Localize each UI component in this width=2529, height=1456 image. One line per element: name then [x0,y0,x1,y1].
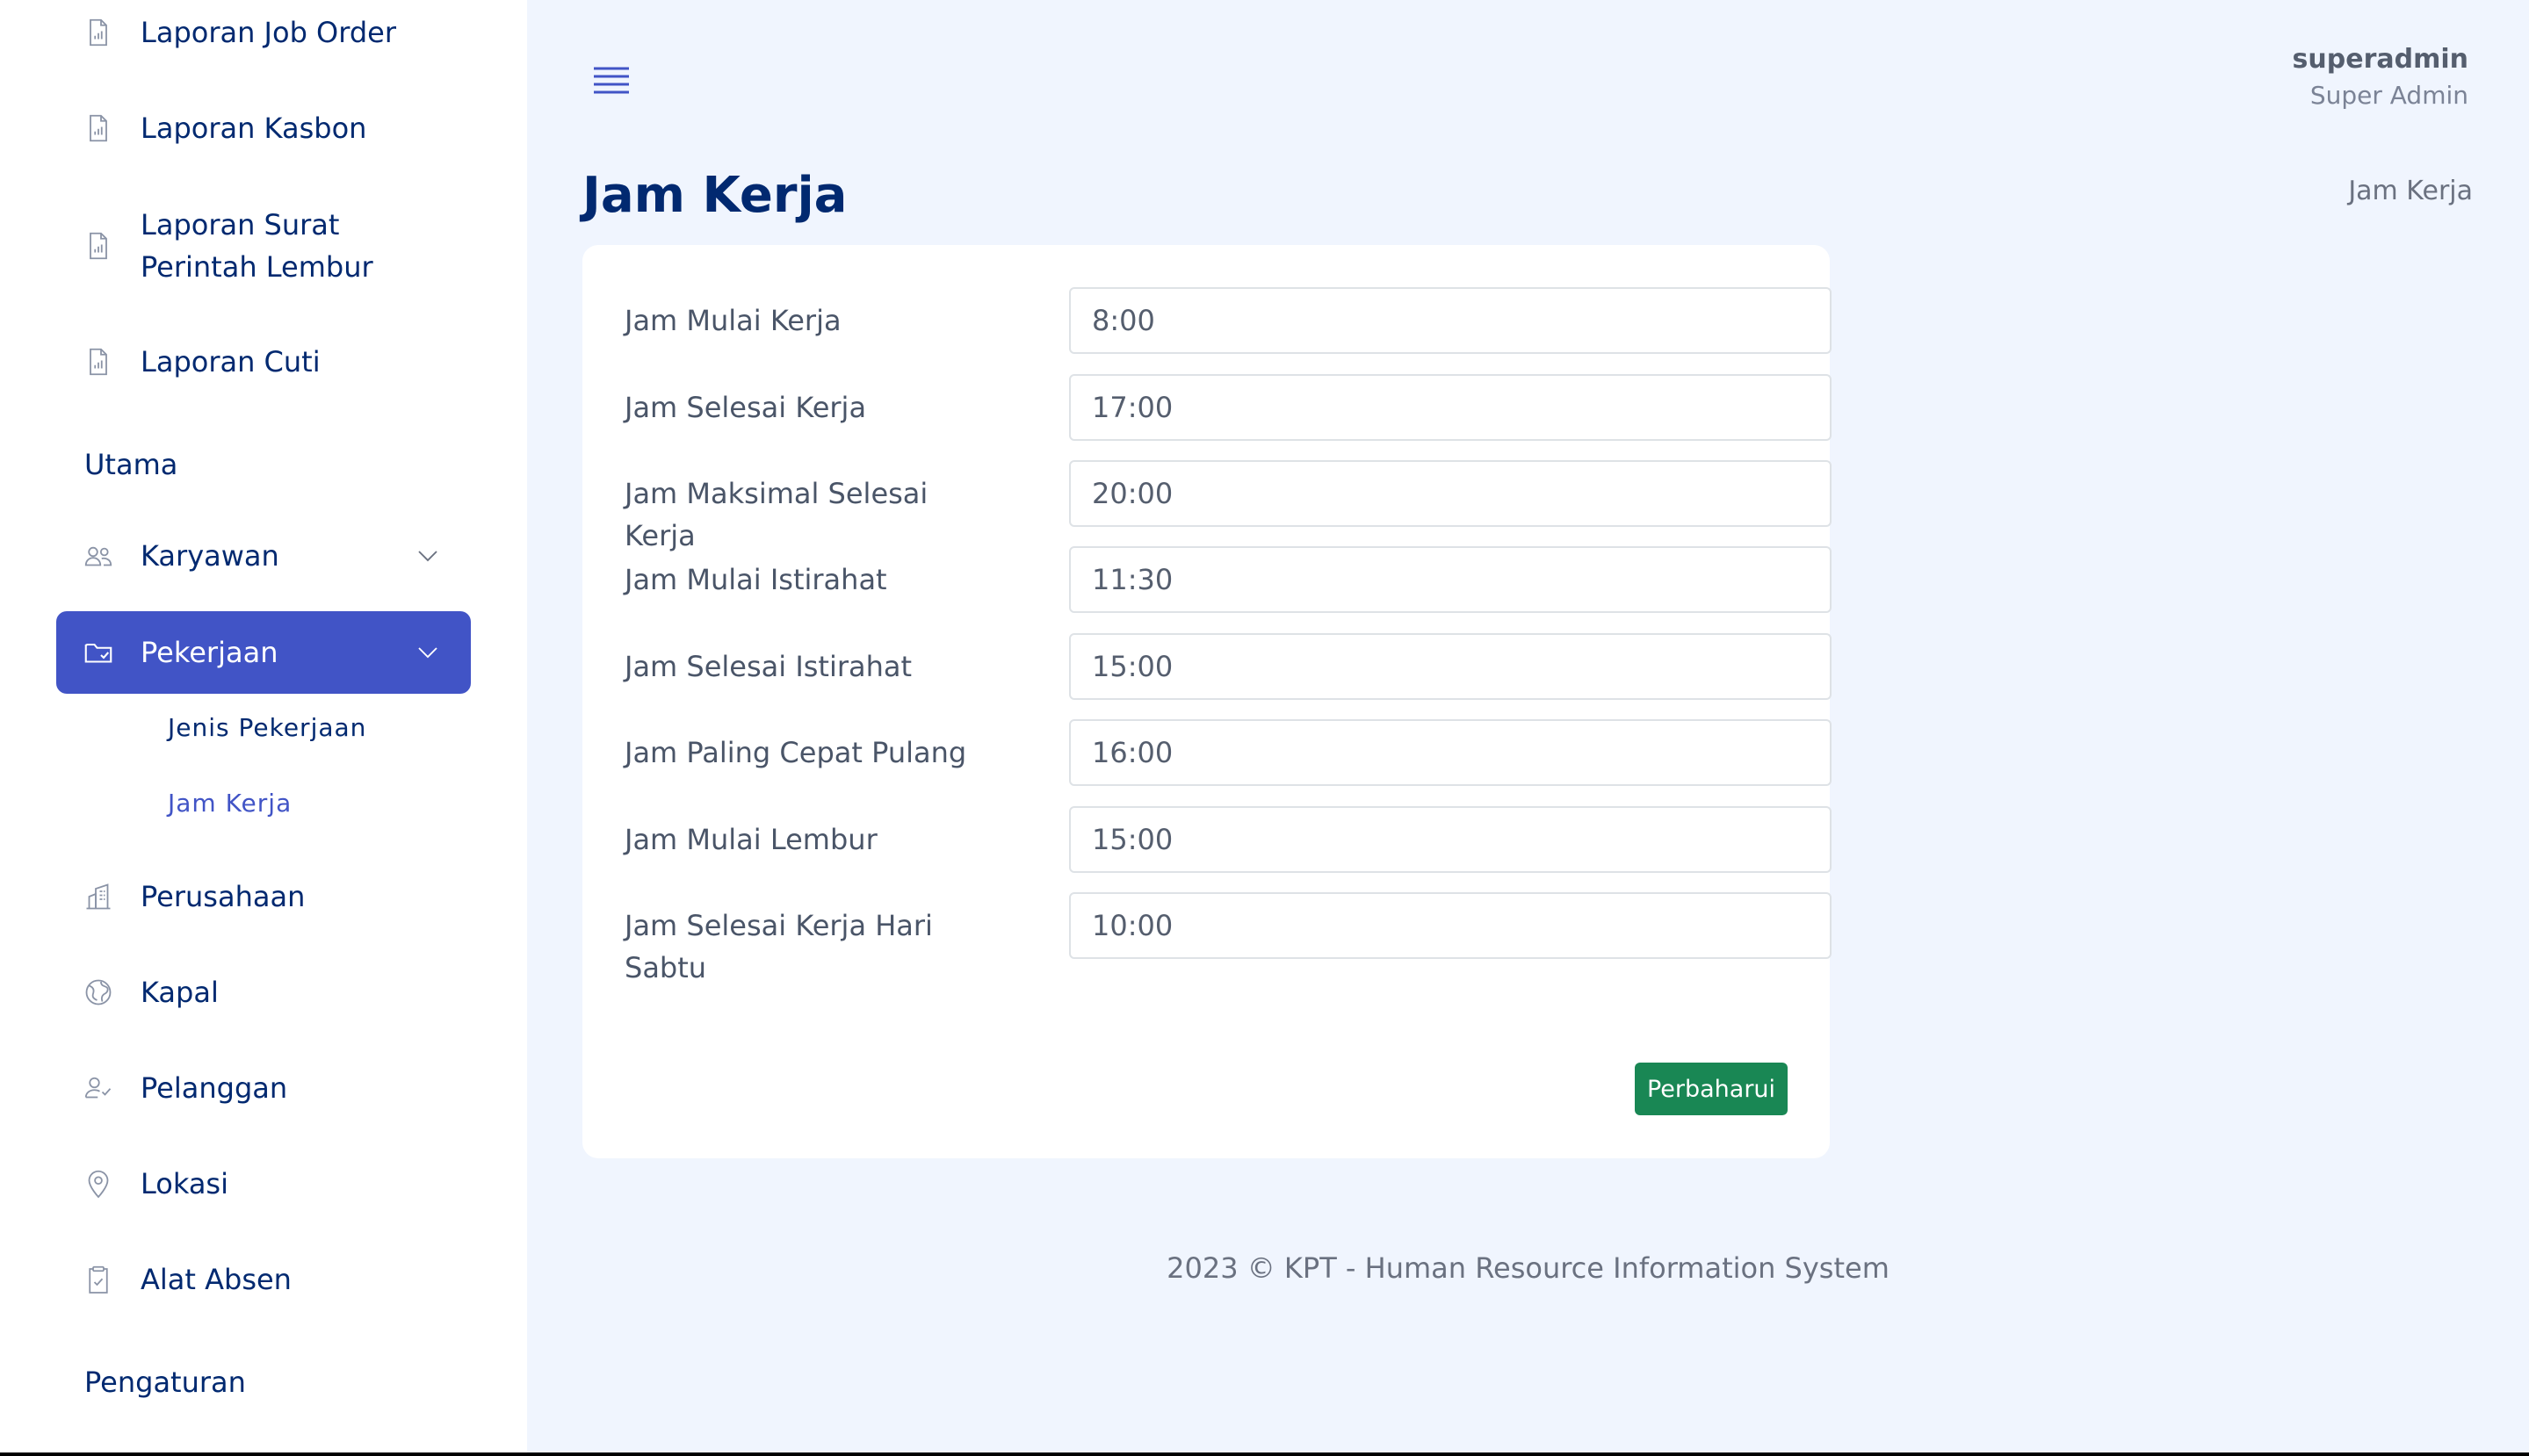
page-title: Jam Kerja [582,167,848,224]
geo-pin-icon [83,1168,114,1200]
sidebar-item-label: Kapal [141,976,219,1009]
field-label: Jam Selesai Istirahat [625,650,913,683]
report-icon [83,346,114,378]
sidebar-item-pelanggan[interactable]: Pelanggan [56,1047,471,1129]
report-icon [83,17,114,48]
person-check-icon [83,1072,114,1104]
perbaharui-button[interactable]: Perbaharui [1635,1063,1788,1115]
jam-kerja-form-card: Jam Mulai Kerja Jam Selesai Kerja Jam Ma… [582,245,1832,1158]
jam-maksimal-selesai-kerja-input[interactable] [1069,460,1832,527]
sidebar-item-label: Pekerjaan [141,636,278,669]
sidebar-item-label: Perusahaan [141,880,306,913]
field-label: Jam Mulai Lembur [625,823,878,856]
sidebar-item-label: Lokasi [141,1167,228,1200]
jam-mulai-kerja-input[interactable] [1069,287,1832,354]
sidebar-item-label: Alat Absen [141,1263,292,1296]
jam-selesai-istirahat-input[interactable] [1069,633,1832,700]
sidebar-item-label: Laporan Kasbon [141,112,367,145]
sidebar-heading-utama: Utama [84,448,178,481]
folder-icon [83,637,114,668]
chevron-down-icon [415,639,441,666]
jam-selesai-kerja-input[interactable] [1069,374,1832,441]
sidebar-subitem-jam-kerja[interactable]: Jam Kerja [168,789,292,818]
sidebar-item-perusahaan[interactable]: Perusahaan [56,855,471,938]
sidebar-item-label: Laporan Job Order [141,16,396,49]
sidebar-item-laporan-cuti[interactable]: Laporan Cuti [56,321,471,403]
footer-copyright: 2023 © KPT - Human Resource Information … [1167,1251,1890,1285]
breadcrumb: Jam Kerja [2348,176,2473,206]
window-bottom-border [0,1452,2529,1456]
sidebar-item-lokasi[interactable]: Lokasi [56,1142,471,1225]
sidebar-item-laporan-kasbon[interactable]: Laporan Kasbon [56,87,471,169]
people-icon [83,540,114,572]
sidebar-item-pekerjaan[interactable]: Pekerjaan [56,611,471,694]
sidebar-item-laporan-job-order[interactable]: Laporan Job Order [56,0,471,74]
clipboard-check-icon [83,1264,114,1295]
report-icon [83,230,114,262]
jam-selesai-kerja-sabtu-input[interactable] [1069,892,1832,959]
field-label: Jam Maksimal Selesai Kerja [625,477,929,552]
field-label: Jam Mulai Istirahat [625,563,887,596]
globe-icon [83,977,114,1008]
report-icon [83,112,114,144]
field-label: Jam Mulai Kerja [625,304,842,337]
user-name[interactable]: superadmin [2293,44,2468,75]
sidebar: Laporan Job Order Laporan Kasbon Laporan… [0,0,527,1452]
sidebar-item-alat-absen[interactable]: Alat Absen [56,1238,471,1321]
menu-toggle-icon[interactable] [592,63,631,98]
sidebar-item-karyawan[interactable]: Karyawan [56,515,471,597]
sidebar-item-label: Pelanggan [141,1071,288,1105]
sidebar-heading-pengaturan: Pengaturan [84,1366,246,1399]
building-icon [83,881,114,912]
field-label: Jam Paling Cepat Pulang [625,736,967,769]
field-label: Jam Selesai Kerja [625,391,867,424]
sidebar-item-label: Laporan Cuti [141,345,321,378]
sidebar-subitem-jenis-pekerjaan[interactable]: Jenis Pekerjaan [168,713,366,742]
sidebar-item-label: Laporan Surat Perintah Lembur [141,208,373,284]
jam-paling-cepat-pulang-input[interactable] [1069,719,1832,786]
user-role: Super Admin [2309,81,2468,110]
sidebar-item-kapal[interactable]: Kapal [56,951,471,1034]
sidebar-item-label: Karyawan [141,539,279,573]
jam-mulai-lembur-input[interactable] [1069,806,1832,873]
jam-mulai-istirahat-input[interactable] [1069,546,1832,613]
chevron-down-icon [415,543,441,569]
field-label: Jam Selesai Kerja Hari Sabtu [625,909,933,984]
sidebar-item-laporan-spl[interactable]: Laporan Surat Perintah Lembur [56,204,471,288]
